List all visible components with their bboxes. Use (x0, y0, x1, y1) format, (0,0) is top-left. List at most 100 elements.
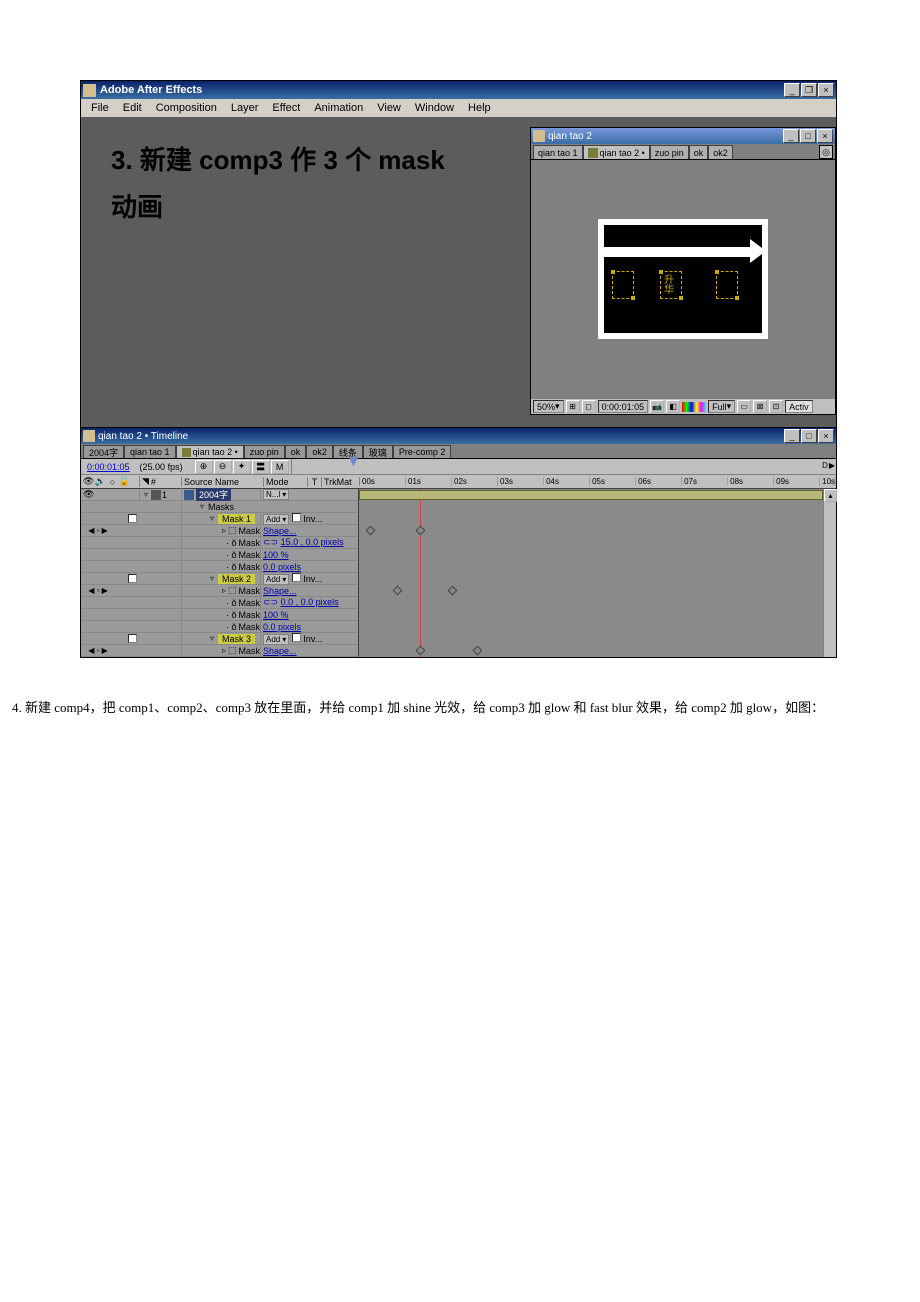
layer-duration-bar[interactable] (359, 490, 823, 500)
mask1-shape-row[interactable]: ◀ ▫ ▶ ▹⬚ Mask Shape Shape... (81, 525, 358, 537)
tl-close-button[interactable]: × (818, 429, 834, 443)
menu-effect[interactable]: Effect (266, 101, 306, 115)
tl-tab-zuopin[interactable]: zuo pin (244, 445, 285, 458)
keyframe-icon[interactable] (366, 526, 376, 536)
pixel-aspect-button[interactable]: ⊡ (769, 400, 783, 413)
time-ruler[interactable]: 00s 01s 02s 03s 04s 05s 06s 07s 08s 09s … (359, 477, 836, 486)
comp-close-button[interactable]: × (817, 129, 833, 143)
tl-btn-4[interactable]: 〓 (252, 460, 270, 474)
safe-zones-button[interactable]: ⊞ (566, 400, 580, 413)
tl-minimize-button[interactable]: _ (784, 429, 800, 443)
maximize-button[interactable]: ❐ (801, 83, 817, 97)
layer-1-row[interactable]: 👁 ▿1 2004字 N...l▾ (81, 489, 358, 501)
keyframe-icon[interactable] (393, 586, 403, 596)
mask-handle-3[interactable] (716, 271, 738, 299)
comp-panel-titlebar: qian tao 2 _ □ × (531, 128, 835, 144)
mode-header[interactable]: Mode (263, 477, 307, 487)
tl-tab-precomp2[interactable]: Pre-comp 2 (393, 445, 452, 458)
mask3-shape-value[interactable]: Shape... (263, 646, 297, 656)
menu-view[interactable]: View (371, 101, 407, 115)
tl-tab-qiantao2[interactable]: qian tao 2 • (176, 445, 244, 458)
mask1-expa-value[interactable]: 0.0 pixels (263, 562, 301, 572)
comp-target-button[interactable]: ◎ (819, 145, 833, 159)
mask2-feather-value[interactable]: 0.0 , 0.0 pixels (281, 597, 339, 607)
close-button[interactable]: × (818, 83, 834, 97)
mask1-feather-value[interactable]: 15.0 , 0.0 pixels (281, 537, 344, 547)
mask1-row[interactable]: ▿Mask 1 Add ▾ Inv... (81, 513, 358, 525)
mask2-shape-row[interactable]: ◀ ▫ ▶ ▹⬚ Mask Shape Shape... (81, 585, 358, 597)
tl-btn-1[interactable]: ⊕ (195, 460, 213, 474)
menu-animation[interactable]: Animation (308, 101, 369, 115)
tl-btn-2[interactable]: ⊖ (214, 460, 232, 474)
mask3-shape-row[interactable]: ◀ ▫ ▶ ▹⬚ Mask Shape Shape... (81, 645, 358, 657)
comp-tab-qiantao2[interactable]: qian tao 2 • (583, 145, 650, 159)
mask2-expa-value[interactable]: 0.0 pixels (263, 622, 301, 632)
comp-viewer[interactable]: 升华 (531, 160, 835, 398)
tl-tab-qiantao1[interactable]: qian tao 1 (124, 445, 176, 458)
trkmat-header[interactable]: TrkMat (321, 477, 359, 487)
tl-tab-ok2[interactable]: ok2 (306, 445, 333, 458)
tl-btn-3[interactable]: ✦ (233, 460, 251, 474)
time-navigator[interactable]: D▶ (291, 459, 836, 475)
scroll-up-button[interactable]: ▴ (824, 489, 837, 502)
menu-window[interactable]: Window (409, 101, 460, 115)
timeline-tracks[interactable]: ▴ (359, 489, 836, 657)
zoom-select[interactable]: 50% ▾ (533, 400, 564, 413)
mask2-row[interactable]: ▿Mask 2 Add ▾ Inv... (81, 573, 358, 585)
minimize-button[interactable]: _ (784, 83, 800, 97)
tick-01s: 01s (406, 477, 452, 486)
scrollbar[interactable]: ▴ (823, 489, 836, 657)
menubar: File Edit Composition Layer Effect Anima… (81, 99, 836, 117)
comp-tab-qiantao1[interactable]: qian tao 1 (533, 145, 583, 159)
menu-file[interactable]: File (85, 101, 115, 115)
keyframe-icon[interactable] (473, 646, 483, 656)
mask1-opacity-value[interactable]: 100 % (263, 550, 289, 560)
timeline-title: qian tao 2 • Timeline (98, 431, 784, 442)
mask1-mode[interactable]: Add ▾ (263, 514, 289, 525)
tl-btn-5[interactable]: M (271, 460, 289, 474)
ae-window: Adobe After Effects _ ❐ × File Edit Comp… (80, 80, 837, 658)
tl-maximize-button[interactable]: □ (801, 429, 817, 443)
keyframe-icon[interactable] (416, 526, 426, 536)
mask1-expa-row: · ŏ Mask Expa... 0.0 pixels (81, 561, 358, 573)
menu-composition[interactable]: Composition (150, 101, 223, 115)
comp-minimize-button[interactable]: _ (783, 129, 799, 143)
source-name-header[interactable]: Source Name (181, 477, 263, 487)
grid-button[interactable]: ⊠ (753, 400, 767, 413)
tl-tab-2004[interactable]: 2004字 (83, 445, 124, 458)
snapshot-button[interactable]: 📷 (650, 400, 664, 413)
comp-footer: 50% ▾ ⊞ ◻ 0:00:01:05 📷 ◧ Full ▾ ▭ ⊠ ⊡ Ac… (531, 398, 835, 414)
comp-tab-ok[interactable]: ok (689, 145, 709, 159)
mask3-row[interactable]: ▿Mask 3 Add ▾ Inv... (81, 633, 358, 645)
tl-tab-ok[interactable]: ok (285, 445, 307, 458)
menu-edit[interactable]: Edit (117, 101, 148, 115)
current-time-field[interactable]: 0:00:01:05 (81, 462, 136, 472)
tl-tab-boli[interactable]: 玻璃 (363, 445, 393, 458)
masks-row[interactable]: ▿Masks (81, 501, 358, 513)
comp-icon (533, 130, 545, 142)
mask2-opacity-value[interactable]: 100 % (263, 610, 289, 620)
roi-button[interactable]: ▭ (737, 400, 751, 413)
keyframe-icon[interactable] (416, 646, 426, 656)
cti-head-icon[interactable] (349, 457, 359, 467)
menu-help[interactable]: Help (462, 101, 497, 115)
mask2-mode[interactable]: Add ▾ (263, 574, 289, 585)
active-camera[interactable]: Activ (785, 400, 813, 413)
comp-maximize-button[interactable]: □ (800, 129, 816, 143)
current-time-display[interactable]: 0:00:01:05 (598, 400, 649, 413)
mask-toggle-button[interactable]: ◻ (582, 400, 596, 413)
comp-tab-ok2[interactable]: ok2 (708, 145, 733, 159)
mask1-shape-value[interactable]: Shape... (263, 526, 297, 536)
mask2-shape-value[interactable]: Shape... (263, 586, 297, 596)
tl-tab-xiantiao[interactable]: 线条 (333, 445, 363, 458)
menu-layer[interactable]: Layer (225, 101, 265, 115)
mask3-mode[interactable]: Add ▾ (263, 634, 289, 645)
mask-handle-2[interactable]: 升华 (660, 271, 682, 299)
comp-tab-zuopin[interactable]: zuo pin (650, 145, 689, 159)
tick-02s: 02s (452, 477, 498, 486)
layer-mode-select[interactable]: N...l▾ (263, 489, 289, 500)
resolution-select[interactable]: Full ▾ (708, 400, 735, 413)
keyframe-icon[interactable] (448, 586, 458, 596)
show-channel-button[interactable]: ◧ (666, 400, 680, 413)
mask-handle-1[interactable] (612, 271, 634, 299)
